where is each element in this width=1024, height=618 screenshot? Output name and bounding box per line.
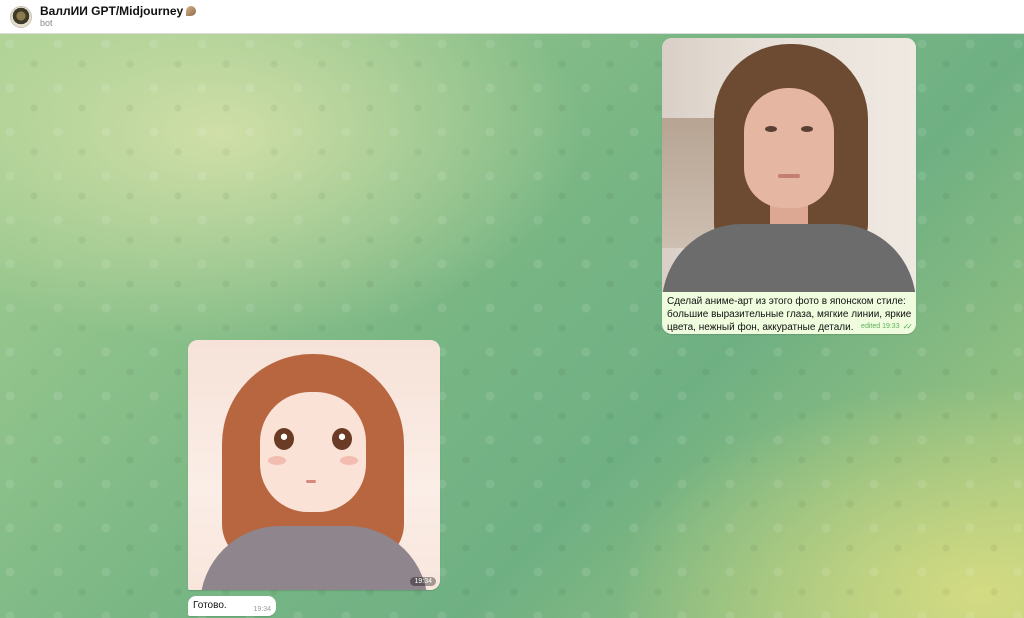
anime-eye-right — [332, 428, 352, 450]
incoming-image-message[interactable]: 19:34 — [188, 340, 440, 590]
outgoing-message-meta: edited 19:33 ✓✓ — [861, 322, 914, 331]
user-photo-image[interactable] — [662, 38, 916, 292]
message-list[interactable]: Сделай аниме-арт из этого фото в японско… — [0, 34, 1024, 618]
chat-header[interactable]: ВаллИИ GPT/Midjourney bot — [0, 0, 1024, 34]
anime-art-image[interactable] — [188, 340, 440, 590]
chat-title-text: ВаллИИ GPT/Midjourney — [40, 4, 184, 18]
incoming-text-message[interactable]: Готово. 19:34 — [188, 596, 276, 616]
photo-eye-right — [801, 126, 813, 132]
incoming-message-text: Готово. — [193, 600, 227, 611]
shell-icon — [186, 6, 197, 16]
outgoing-message-time: edited 19:33 — [861, 323, 900, 330]
outgoing-message[interactable]: Сделай аниме-арт из этого фото в японско… — [662, 38, 916, 334]
photo-eye-left — [765, 126, 777, 132]
anime-face — [260, 392, 366, 512]
chat-title-block[interactable]: ВаллИИ GPT/Midjourney bot — [40, 4, 197, 29]
photo-mouth — [778, 174, 800, 178]
anime-eye-left — [274, 428, 294, 450]
photo-face — [744, 88, 834, 208]
anime-blush-right — [340, 456, 358, 465]
incoming-message-time: 19:34 — [253, 606, 271, 613]
incoming-image-time: 19:34 — [410, 577, 436, 586]
anime-mouth — [306, 480, 316, 483]
bot-avatar[interactable] — [10, 5, 32, 28]
chat-title: ВаллИИ GPT/Midjourney — [40, 4, 197, 18]
double-check-icon: ✓✓ — [902, 322, 914, 331]
anime-blush-left — [268, 456, 286, 465]
chat-subtitle: bot — [40, 18, 53, 28]
